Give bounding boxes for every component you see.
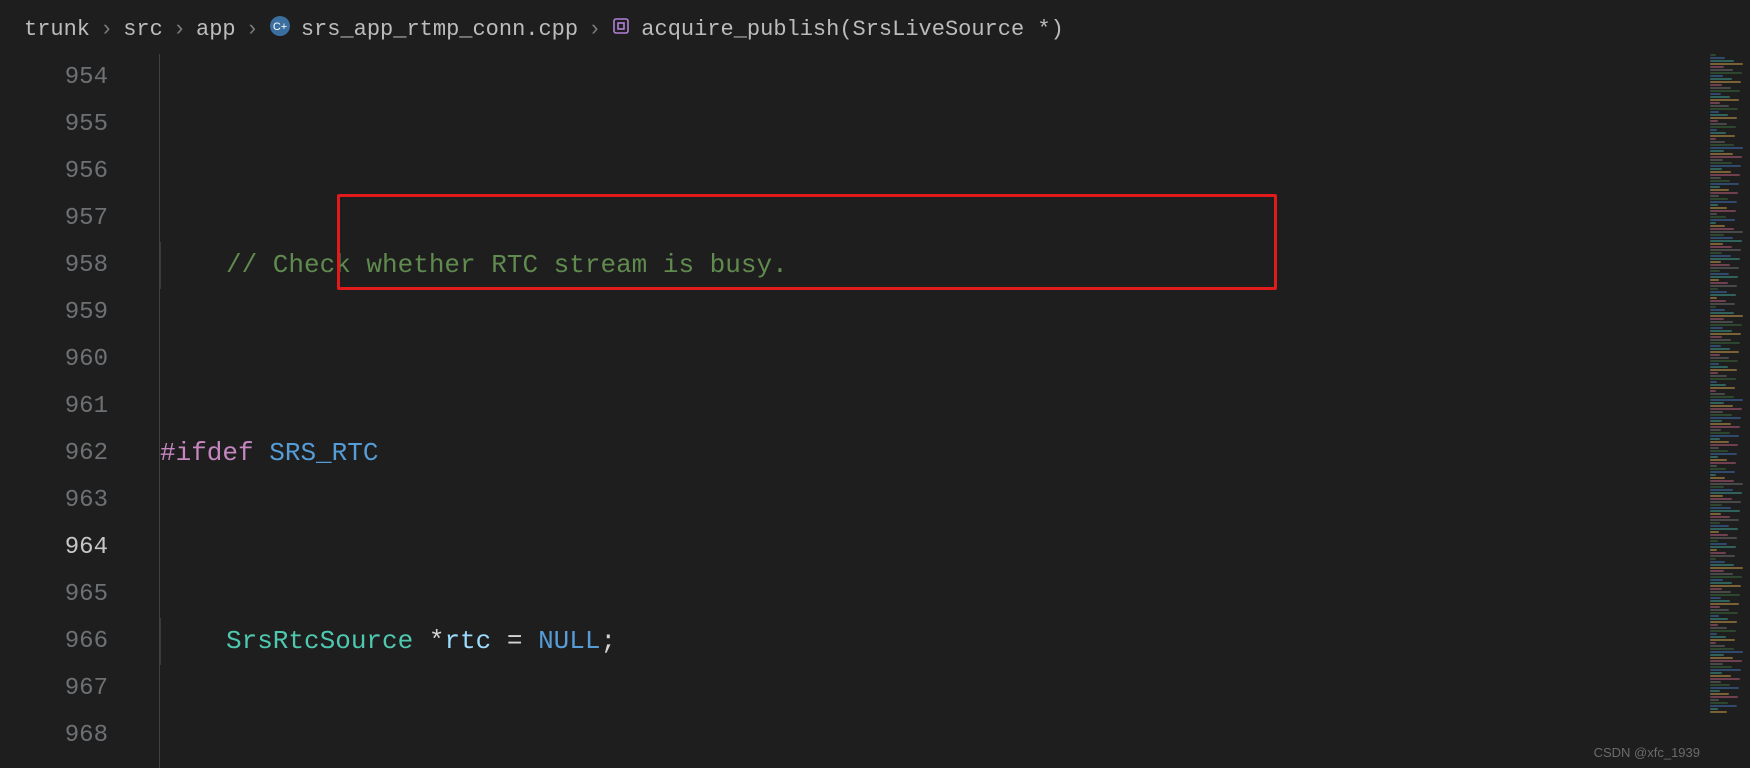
line-number: 968 [0,712,108,759]
breadcrumb[interactable]: trunk › src › app › C+ srs_app_rtmp_conn… [0,8,1750,54]
line-number: 954 [0,54,108,101]
line-number-gutter: 9549559569579589599609619629639649659669… [0,54,130,768]
code-line[interactable]: // Check whether RTC stream is busy. [160,242,1750,289]
svg-text:C+: C+ [273,21,287,33]
line-number: 963 [0,477,108,524]
breadcrumb-separator: › [173,17,186,42]
line-number: 959 [0,289,108,336]
line-number: 966 [0,618,108,665]
breadcrumb-item[interactable]: src [123,17,163,42]
cpp-file-icon: C+ [269,15,291,44]
breadcrumb-file[interactable]: srs_app_rtmp_conn.cpp [301,17,578,42]
breadcrumb-item[interactable]: app [196,17,236,42]
line-number: 965 [0,571,108,618]
breadcrumb-separator: › [100,17,113,42]
line-number: 957 [0,195,108,242]
line-number: 967 [0,665,108,712]
line-number: 958 [0,242,108,289]
line-number: 962 [0,430,108,477]
line-number: 964 [0,524,108,571]
breadcrumb-item[interactable]: trunk [24,17,90,42]
fold-column[interactable] [130,54,160,768]
watermark: CSDN @xfc_1939 [1594,745,1700,760]
symbol-method-icon [611,16,631,43]
minimap[interactable] [1708,54,1750,754]
code-area[interactable]: // Check whether RTC stream is busy. #if… [160,54,1750,768]
line-number: 955 [0,101,108,148]
editor[interactable]: 9549559569579589599609619629639649659669… [0,54,1750,768]
breadcrumb-separator: › [246,17,259,42]
code-line[interactable]: #ifdef SRS_RTC [160,430,1750,477]
line-number: 960 [0,336,108,383]
tab-strip [0,0,1750,8]
code-line[interactable]: SrsRtcSource *rtc = NULL; [160,618,1750,665]
line-number: 961 [0,383,108,430]
line-number: 956 [0,148,108,195]
breadcrumb-symbol[interactable]: acquire_publish(SrsLiveSource *) [641,17,1063,42]
breadcrumb-separator: › [588,17,601,42]
